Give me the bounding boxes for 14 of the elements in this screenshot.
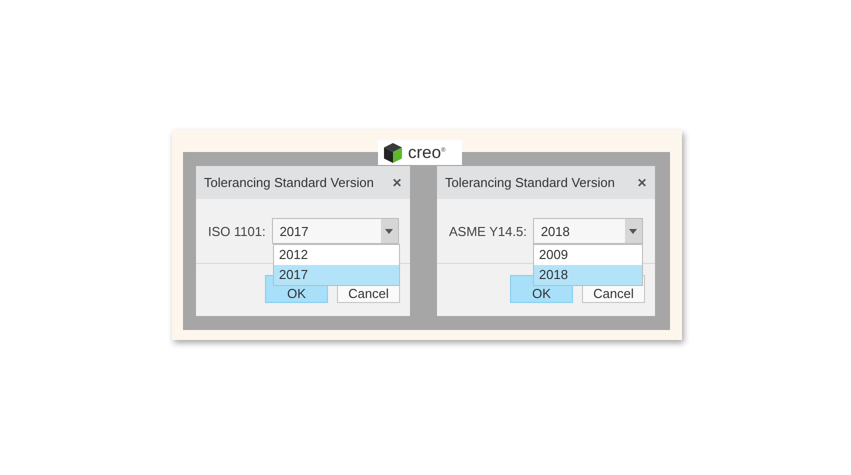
logo-text: creo$^{®}$ xyxy=(408,142,446,162)
close-button[interactable]: ✕ xyxy=(392,176,402,190)
version-dropdown[interactable]: 2018 xyxy=(532,218,643,244)
field-label: ISO 1101: xyxy=(208,224,266,238)
dropdown-option[interactable]: 2018 xyxy=(534,265,642,285)
field-label: ASME Y14.5: xyxy=(449,224,527,238)
dropdown-option[interactable]: 2009 xyxy=(534,245,642,265)
dialog-title: Tolerancing Standard Version xyxy=(445,175,615,190)
dialog-title: Tolerancing Standard Version xyxy=(204,175,374,190)
dropdown-option[interactable]: 2012 xyxy=(274,245,399,265)
cube-icon xyxy=(383,142,403,164)
dropdown-option[interactable]: 2017 xyxy=(274,265,399,285)
version-dropdown[interactable]: 2017 xyxy=(272,218,399,244)
close-button[interactable]: ✕ xyxy=(637,176,647,190)
